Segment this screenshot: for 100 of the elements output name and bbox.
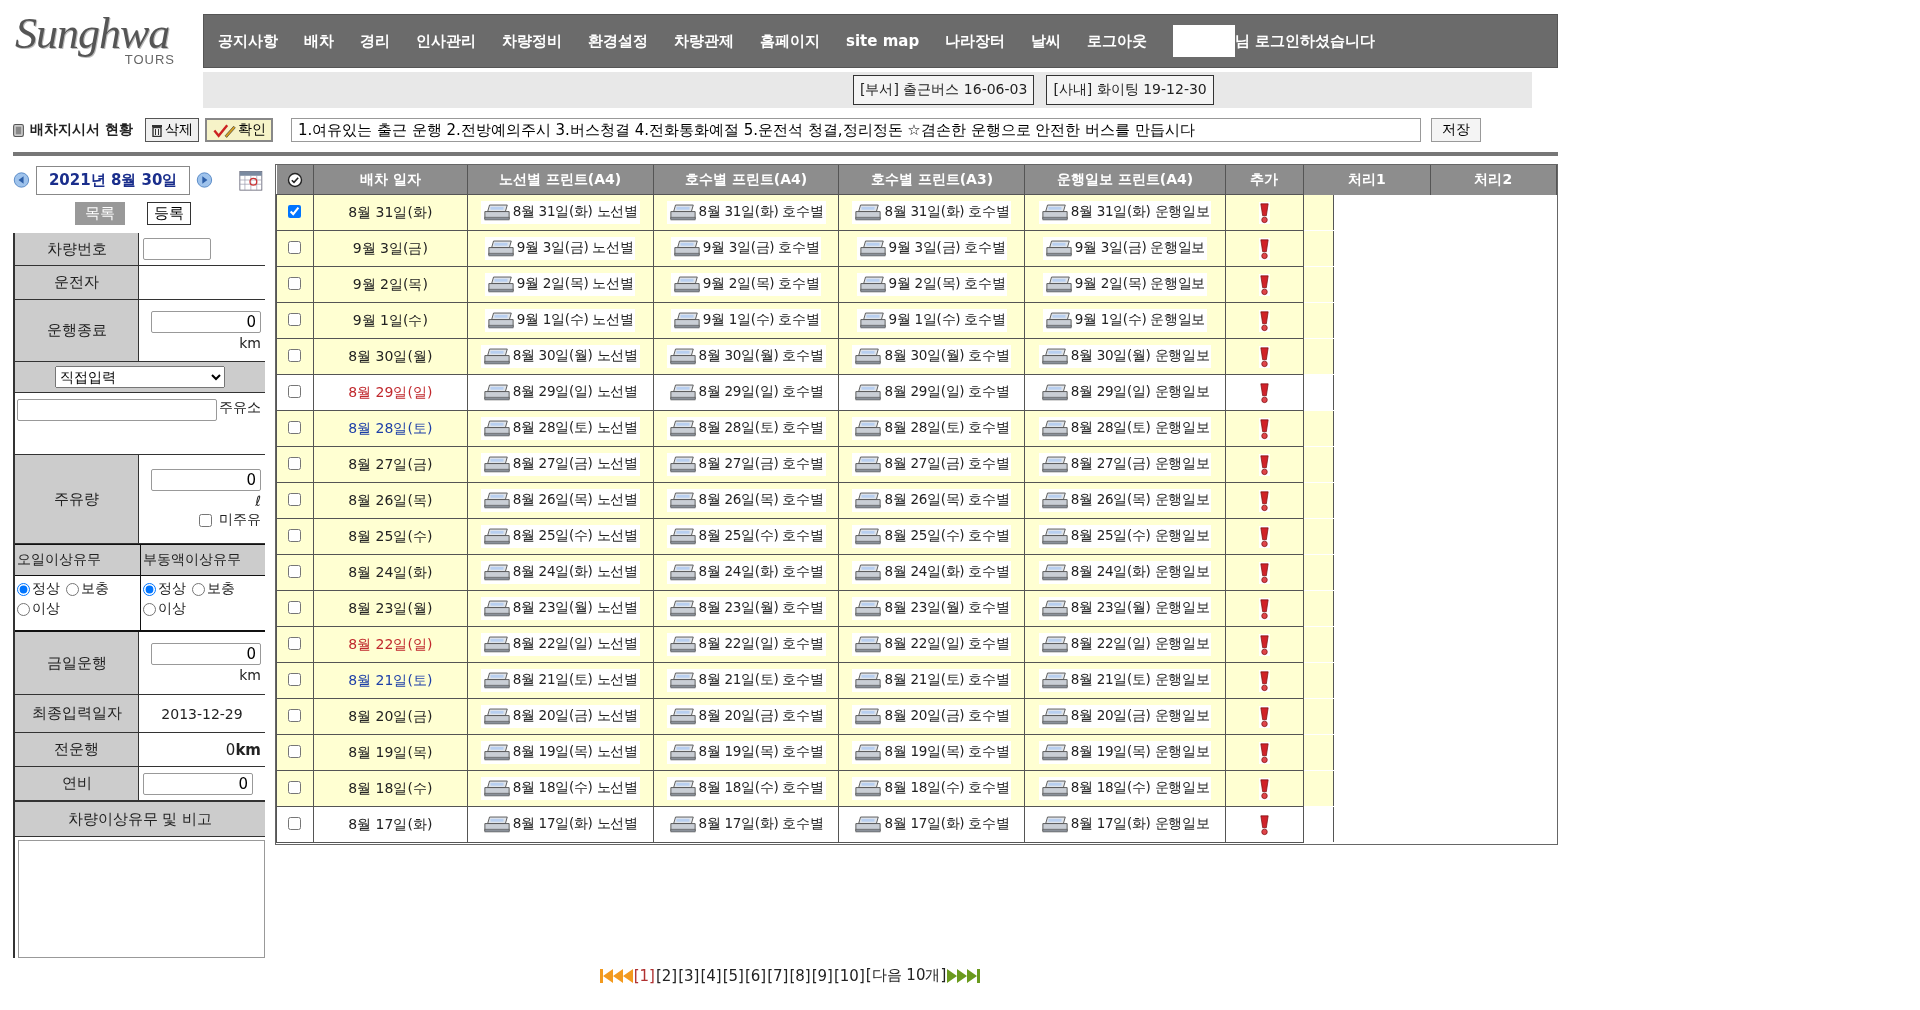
fuel-efficiency-field[interactable]: 0 — [143, 772, 253, 795]
print-link[interactable]: 8월 23일(월) 호수별 — [852, 596, 1012, 620]
nav-link[interactable]: 배차 — [304, 31, 334, 51]
print-link[interactable]: 8월 26일(목) 운행일보 — [1038, 488, 1212, 512]
print-link[interactable]: 8월 22일(일) 운행일보 — [1038, 632, 1212, 656]
exclamation-icon[interactable] — [1258, 309, 1270, 332]
print-link[interactable]: 8월 19일(목) 운행일보 — [1038, 740, 1212, 764]
confirm-button[interactable]: 확인 — [204, 118, 273, 142]
print-link[interactable]: 8월 23일(월) 운행일보 — [1038, 596, 1212, 620]
nav-link[interactable]: 인사관리 — [416, 31, 476, 51]
print-link[interactable]: 8월 25일(수) 호수별 — [852, 524, 1012, 548]
print-link[interactable]: 8월 28일(토) 운행일보 — [1038, 416, 1212, 440]
nav-link[interactable]: site map — [846, 32, 920, 50]
print-link[interactable]: 8월 26일(목) 호수별 — [852, 488, 1012, 512]
print-link[interactable]: 8월 28일(토) 호수별 — [852, 416, 1012, 440]
print-link[interactable]: 8월 31일(화) 운행일보 — [1038, 200, 1212, 224]
print-link[interactable]: 8월 26일(목) 호수별 — [666, 488, 826, 512]
exclamation-icon[interactable] — [1258, 561, 1270, 584]
radio-button[interactable] — [17, 582, 30, 596]
exclamation-icon[interactable] — [1258, 381, 1270, 404]
row-checkbox[interactable] — [288, 744, 302, 758]
gas-station-field[interactable] — [17, 399, 217, 421]
next-icon[interactable] — [196, 170, 214, 190]
print-link[interactable]: 8월 21일(토) 노선별 — [480, 668, 640, 692]
radio-button[interactable] — [143, 602, 156, 616]
row-checkbox[interactable] — [288, 456, 302, 470]
exclamation-icon[interactable] — [1258, 417, 1270, 440]
print-link[interactable]: 8월 30일(월) 호수별 — [666, 344, 826, 368]
print-link[interactable]: 8월 24일(화) 운행일보 — [1038, 560, 1212, 584]
row-checkbox[interactable] — [288, 564, 302, 578]
print-link[interactable]: 8월 18일(수) 운행일보 — [1038, 776, 1212, 800]
row-checkbox[interactable] — [288, 204, 302, 218]
nav-link[interactable]: 나라장터 — [945, 31, 1006, 51]
print-link[interactable]: 9월 1일(수) 노선별 — [484, 308, 636, 332]
exclamation-icon[interactable] — [1258, 237, 1270, 260]
print-link[interactable]: 8월 22일(일) 노선별 — [480, 632, 640, 656]
exclamation-icon[interactable] — [1258, 525, 1270, 548]
row-checkbox[interactable] — [288, 384, 302, 398]
exclamation-icon[interactable] — [1258, 777, 1270, 800]
print-link[interactable]: 8월 18일(수) 호수별 — [852, 776, 1012, 800]
row-checkbox[interactable] — [288, 420, 302, 434]
row-checkbox[interactable] — [288, 240, 302, 254]
nav-link[interactable]: 공지사항 — [218, 31, 278, 51]
nav-link[interactable]: 로그아웃 — [1087, 31, 1148, 51]
print-link[interactable]: 8월 20일(금) 운행일보 — [1038, 704, 1212, 728]
print-link[interactable]: 8월 27일(금) 노선별 — [480, 452, 640, 476]
print-link[interactable]: 9월 3일(금) 호수별 — [856, 236, 1008, 260]
print-link[interactable]: 9월 1일(수) 호수별 — [856, 308, 1008, 332]
print-link[interactable]: 8월 26일(목) 노선별 — [480, 488, 640, 512]
print-link[interactable]: 8월 31일(화) 호수별 — [852, 200, 1012, 224]
exclamation-icon[interactable] — [1258, 345, 1270, 368]
odometer-field[interactable]: 0 — [151, 310, 261, 333]
print-link[interactable]: 8월 21일(토) 호수별 — [666, 668, 826, 692]
page-link[interactable]: [4] — [700, 966, 722, 985]
print-link[interactable]: 8월 24일(화) 호수별 — [852, 560, 1012, 584]
exclamation-icon[interactable] — [1258, 813, 1270, 836]
last-page-icon[interactable] — [947, 966, 982, 985]
page-link[interactable]: [8] — [789, 966, 811, 985]
page-link[interactable]: [10] — [833, 966, 865, 985]
page-link[interactable]: [6] — [744, 966, 767, 985]
print-link[interactable]: 9월 2일(목) 운행일보 — [1042, 272, 1208, 296]
print-link[interactable]: 8월 22일(일) 호수별 — [666, 632, 826, 656]
print-link[interactable]: 8월 22일(일) 호수별 — [852, 632, 1012, 656]
print-link[interactable]: 8월 20일(금) 호수별 — [852, 704, 1012, 728]
nav-link[interactable]: 차량정비 — [502, 31, 562, 51]
nav-link[interactable]: 차량관제 — [674, 31, 734, 51]
no-fuel-checkbox[interactable] — [199, 513, 212, 527]
next-pages-link[interactable]: [다음 10개] — [865, 966, 947, 985]
row-checkbox[interactable] — [288, 492, 302, 506]
print-link[interactable]: 8월 28일(토) 노선별 — [480, 416, 640, 440]
row-checkbox[interactable] — [288, 780, 302, 794]
print-link[interactable]: 8월 27일(금) 운행일보 — [1038, 452, 1212, 476]
row-checkbox[interactable] — [288, 600, 302, 614]
nav-link[interactable]: 환경설정 — [588, 31, 648, 51]
print-link[interactable]: 9월 2일(목) 호수별 — [670, 272, 822, 296]
exclamation-icon[interactable] — [1258, 453, 1270, 476]
print-link[interactable]: 8월 31일(화) 노선별 — [480, 200, 640, 224]
row-checkbox[interactable] — [288, 528, 302, 542]
print-link[interactable]: 8월 30일(월) 노선별 — [480, 344, 640, 368]
print-link[interactable]: 8월 30일(월) 호수별 — [852, 344, 1012, 368]
print-link[interactable]: 9월 2일(목) 노선별 — [484, 272, 636, 296]
remarks-field[interactable] — [18, 840, 265, 958]
notice-link[interactable]: [사내] 화이팅 19-12-30 — [1046, 75, 1214, 105]
register-button[interactable]: 등록 — [147, 202, 191, 225]
print-link[interactable]: 8월 23일(월) 노선별 — [480, 596, 640, 620]
print-link[interactable]: 8월 20일(금) 호수별 — [666, 704, 826, 728]
exclamation-icon[interactable] — [1258, 633, 1270, 656]
previous-icon[interactable] — [13, 170, 30, 190]
print-link[interactable]: 9월 1일(수) 호수별 — [670, 308, 822, 332]
print-link[interactable]: 8월 25일(수) 운행일보 — [1038, 524, 1212, 548]
fuel-amount-field[interactable]: 0 — [151, 468, 261, 491]
print-link[interactable]: 8월 24일(화) 호수별 — [666, 560, 826, 584]
print-link[interactable]: 9월 3일(금) 운행일보 — [1042, 236, 1208, 260]
radio-button[interactable] — [192, 582, 205, 596]
exclamation-icon[interactable] — [1258, 489, 1270, 512]
print-link[interactable]: 8월 25일(수) 호수별 — [666, 524, 826, 548]
print-link[interactable]: 8월 20일(금) 노선별 — [480, 704, 640, 728]
radio-button[interactable] — [17, 602, 30, 616]
print-link[interactable]: 8월 18일(수) 노선별 — [480, 776, 640, 800]
print-link[interactable]: 9월 3일(금) 호수별 — [670, 236, 822, 260]
